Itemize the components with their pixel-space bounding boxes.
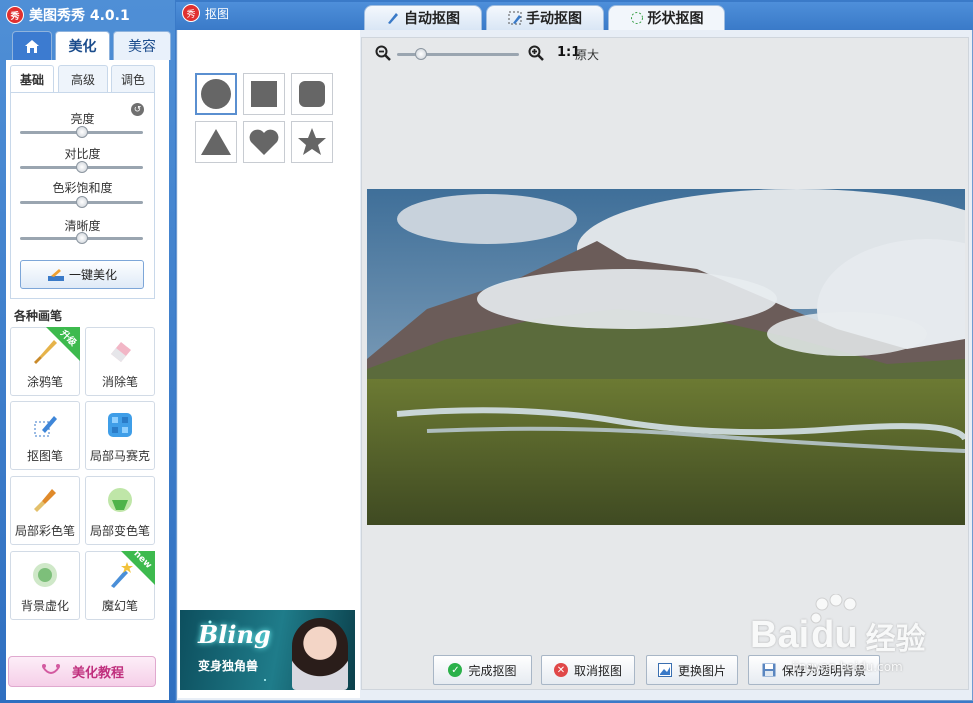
footprint-icon [41,663,60,674]
circle-shape-icon [201,79,231,109]
close-icon: ✕ [553,663,568,677]
watermark-jingyan: 经验 [865,623,926,656]
finish-matting-button[interactable]: ✓ 完成抠图 [433,655,532,685]
button-label: 取消抠图 [573,663,622,678]
slider-knob[interactable] [75,196,88,208]
subtab-basic[interactable]: 基础 [10,65,54,93]
shape-star[interactable] [291,121,333,163]
blur-icon [30,560,60,590]
cancel-matting-button[interactable]: ✕ 取消抠图 [541,655,635,685]
tool-doodle-pen[interactable]: 升级 涂鸦笔 [10,327,80,396]
app-title-text: 美图秀秀 4.0.1 [29,8,130,24]
tool-label: 消除笔 [101,375,138,389]
mountain-image [367,189,965,525]
tool-local-color-pen[interactable]: 局部彩色笔 [10,476,80,545]
watermark-du: du [811,614,858,656]
picture-icon [657,663,672,677]
app-title: 秀 美图秀秀 4.0.1 [6,4,130,26]
paint-bucket-icon [105,485,135,515]
ad-headline: Bling [198,620,271,649]
color-brush-icon [30,485,60,515]
shape-heart[interactable] [243,121,285,163]
one-click-beautify-button[interactable]: 一键美化 [20,260,144,289]
heart-shape-icon [249,129,279,155]
zoom-original-label: 原大 [575,48,600,62]
shape-circle[interactable] [195,73,237,115]
star-shape-icon [298,128,326,155]
ad-portrait [292,618,348,690]
tool-label: 局部彩色笔 [14,524,75,538]
baidu-watermark: Bai du 经验 jingyan.baidu.com [750,593,960,682]
rounded-square-shape-icon [299,81,325,107]
eraser-icon [105,336,135,366]
tool-cutout-pen[interactable]: 抠图笔 [10,401,80,470]
button-label: 完成抠图 [468,663,517,678]
tool-local-mosaic[interactable]: 局部马赛克 [85,401,155,470]
cutout-pen-icon [30,410,60,440]
tool-background-blur[interactable]: 背景虚化 [10,551,80,620]
subtab-advanced[interactable]: 高级 [58,65,108,93]
shape-rounded-square[interactable] [291,73,333,115]
pen-icon [388,13,398,24]
manual-select-icon [508,11,522,25]
tool-label: 魔幻笔 [101,599,138,613]
ad-subtitle: 变身独角兽 [198,659,259,673]
tab-label: 手动抠图 [526,11,582,27]
beautify-tutorial-button[interactable]: 美化教程 [8,656,156,687]
zoom-in-icon[interactable] [528,45,544,61]
slider-knob[interactable] [75,126,88,138]
tab-manual-matting[interactable]: 手动抠图 [486,5,604,30]
tool-label: 局部变色笔 [89,524,150,538]
tool-label: 涂鸦笔 [26,375,63,389]
window-logo-icon: 秀 [182,4,200,22]
replace-image-button[interactable]: 更换图片 [646,655,738,685]
watermark-bai: Bai [750,614,810,656]
slider-label-brightness: 亮度 [70,112,95,126]
landscape-photo[interactable] [367,189,965,525]
tool-label: 抠图笔 [26,449,63,463]
tool-eraser-pen[interactable]: 消除笔 [85,327,155,396]
magic-brush-icon [47,268,64,281]
tool-label: 局部马赛克 [89,449,150,463]
check-icon: ✓ [448,663,463,677]
tool-magic-pen[interactable]: new 魔幻笔 [85,549,155,620]
nav-tab-beauty[interactable]: 美化 [55,31,110,60]
mosaic-icon [105,410,135,440]
tab-label: 自动抠图 [404,11,460,27]
slider-knob[interactable] [75,161,88,173]
brush-section-title: 各种画笔 [14,309,63,323]
shape-square[interactable] [243,73,285,115]
tab-label: 形状抠图 [647,11,704,27]
subtab-color[interactable]: 调色 [111,65,155,93]
square-shape-icon [251,81,277,107]
watermark-url: jingyan.baidu.com [792,660,903,674]
slider-label-contrast: 对比度 [64,147,101,161]
nav-tab-face[interactable]: 美容 [113,31,171,60]
triangle-shape-icon [201,129,231,155]
tutorial-label: 美化教程 [71,666,124,681]
tab-shape-matting[interactable]: 形状抠图 [608,5,725,30]
button-label: 更换图片 [677,663,726,678]
tool-label: 背景虚化 [20,599,69,613]
slider-knob[interactable] [75,232,88,244]
window-title-text: 抠图 [205,6,230,21]
home-icon [25,39,39,53]
tool-local-recolor-pen[interactable]: 局部变色笔 [85,476,155,545]
shape-triangle[interactable] [195,121,237,163]
slider-label-saturation: 色彩饱和度 [52,181,113,195]
dashed-circle-icon [630,12,643,24]
zoom-out-icon[interactable] [375,45,391,61]
matting-window-title: 秀 抠图 [182,4,229,22]
app-logo-icon: 秀 [6,6,24,24]
tab-auto-matting[interactable]: 自动抠图 [364,5,482,30]
one-click-label: 一键美化 [68,268,117,282]
nav-home[interactable] [12,31,52,60]
